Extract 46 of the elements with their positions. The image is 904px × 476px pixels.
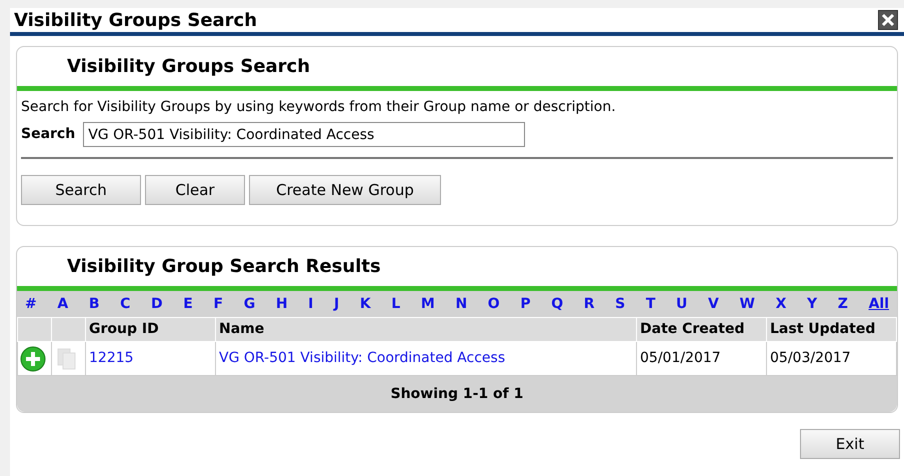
letter-filter-link[interactable]: U: [676, 294, 688, 314]
letter-filter-link[interactable]: B: [88, 294, 100, 314]
exit-button[interactable]: Exit: [800, 429, 900, 459]
letter-filter-link[interactable]: D: [151, 294, 163, 314]
letter-filter-link[interactable]: K: [360, 294, 371, 314]
column-header: Name: [216, 318, 636, 342]
letter-filter-link[interactable]: F: [213, 294, 224, 314]
panel-title: Visibility Group Search Results: [67, 255, 381, 279]
letter-filter-link[interactable]: S: [615, 294, 626, 314]
letter-filter-link[interactable]: Y: [807, 294, 818, 314]
panel-title: Visibility Groups Search: [67, 55, 310, 79]
letter-filter-link[interactable]: N: [455, 294, 468, 314]
letter-filter-link[interactable]: E: [183, 294, 193, 314]
search-instructions: Search for Visibility Groups by using keywords from their Group name or description.: [21, 98, 617, 117]
letter-filter-link[interactable]: C: [120, 294, 130, 314]
action-button[interactable]: Create New Group: [249, 175, 441, 205]
action-button[interactable]: Search: [21, 175, 141, 205]
letter-filter-link[interactable]: Z: [838, 294, 848, 314]
add-icon[interactable]: [20, 346, 46, 372]
letter-filter-link[interactable]: G: [244, 294, 256, 314]
letter-filter-link[interactable]: I: [308, 294, 314, 314]
search-field[interactable]: VG OR-501 Visibility: Coordinated Access: [83, 122, 526, 147]
letter-filter-link[interactable]: T: [646, 294, 656, 314]
column-header: Group ID: [86, 318, 216, 342]
letter-filter-link[interactable]: H: [276, 294, 288, 314]
letter-filter-link[interactable]: X: [776, 294, 786, 314]
all-filter-link[interactable]: All: [868, 294, 889, 314]
letter-filter-link[interactable]: W: [740, 294, 755, 314]
close-icon: [881, 13, 895, 27]
column-header: Date Created: [636, 318, 766, 342]
letter-filter-link[interactable]: A: [57, 294, 68, 314]
letter-filter-link[interactable]: M: [420, 294, 435, 314]
letter-filter-link[interactable]: V: [708, 294, 719, 314]
window-title: Visibility Groups Search: [14, 8, 258, 32]
letter-filter-link[interactable]: O: [488, 294, 500, 314]
results-count: Showing 1-1 of 1: [390, 384, 524, 404]
letter-filter-link[interactable]: R: [584, 294, 595, 314]
search-label: Search: [21, 125, 76, 144]
letter-filter-link[interactable]: #: [25, 294, 37, 314]
letter-filter-link[interactable]: Q: [551, 294, 564, 314]
letter-filter-link[interactable]: J: [334, 294, 340, 314]
column-header: Last Updated: [766, 318, 896, 342]
close-button[interactable]: [878, 10, 898, 30]
action-button[interactable]: Clear: [145, 175, 245, 205]
letter-filter-link[interactable]: P: [520, 294, 531, 314]
letter-filter-link[interactable]: L: [391, 294, 400, 314]
